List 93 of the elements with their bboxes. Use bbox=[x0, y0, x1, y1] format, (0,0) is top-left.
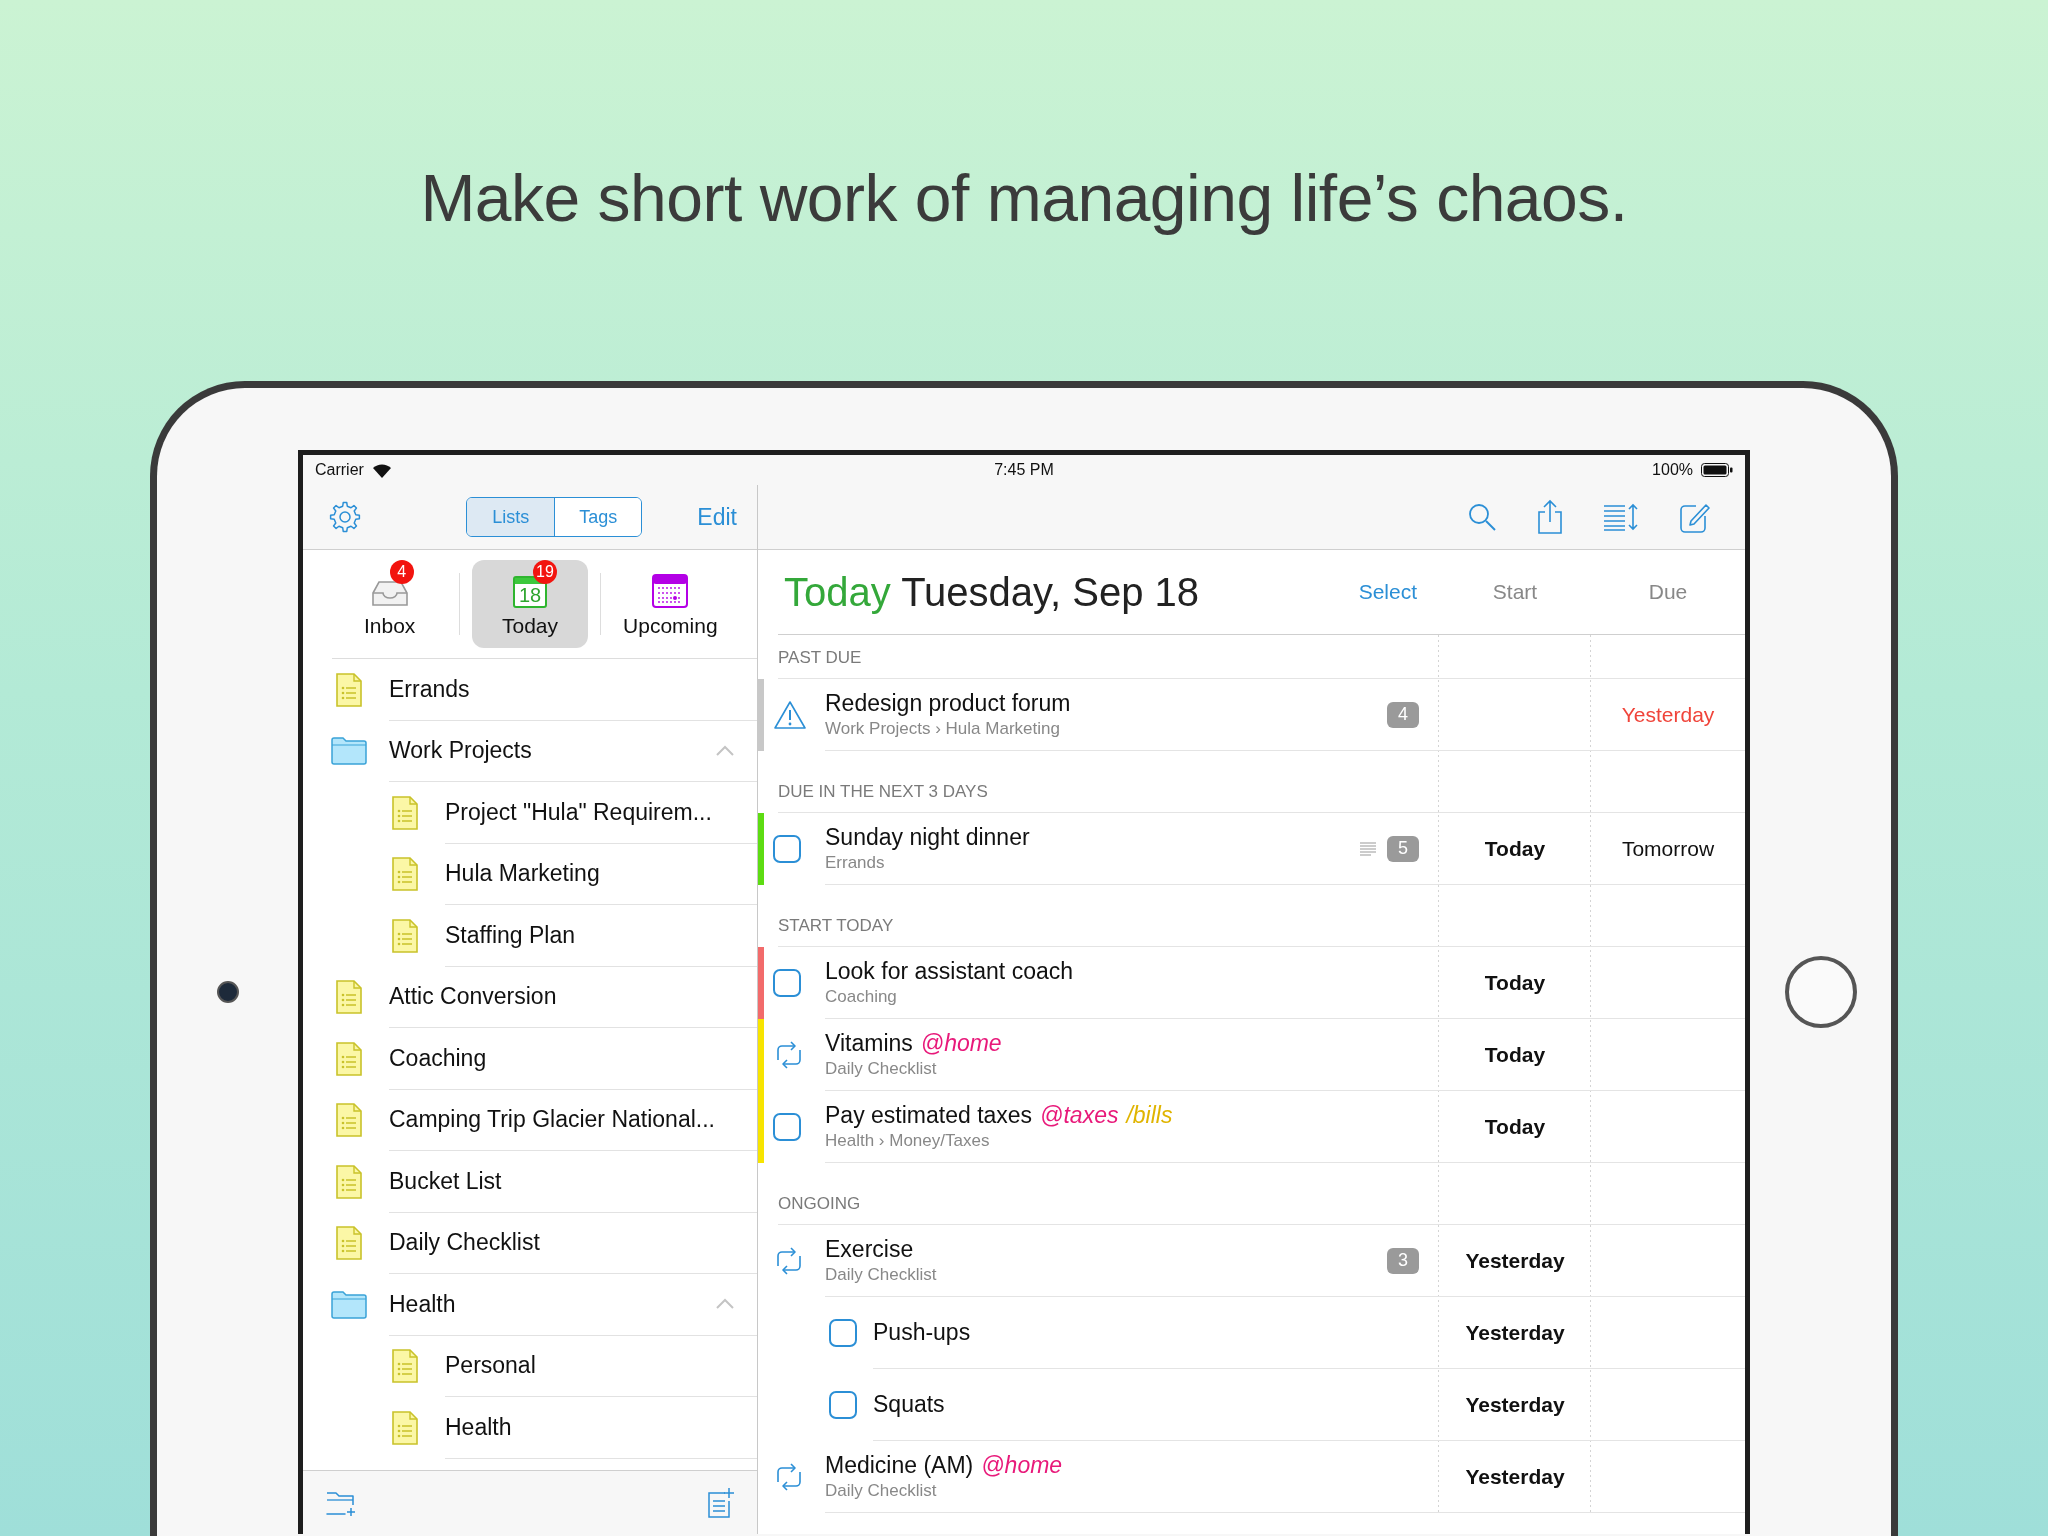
list-name[interactable]: Health bbox=[389, 1290, 715, 1318]
sort-icon[interactable] bbox=[1603, 502, 1639, 532]
task-title[interactable]: Squats bbox=[873, 1391, 945, 1418]
section-header: PAST DUE bbox=[778, 648, 862, 668]
section-header: ONGOING bbox=[778, 1194, 861, 1214]
tag: @taxes bbox=[1040, 1102, 1119, 1129]
count-badge: 19 bbox=[533, 560, 557, 584]
select-button[interactable]: Select bbox=[1358, 580, 1417, 604]
list-name[interactable]: Coaching bbox=[389, 1044, 735, 1072]
clock: 7:45 PM bbox=[994, 461, 1054, 479]
list-name[interactable]: Project "Hula" Requirem... bbox=[445, 798, 735, 826]
list-name[interactable]: Errands bbox=[389, 675, 735, 703]
task-title[interactable]: Medicine (AM) bbox=[825, 1452, 974, 1479]
tag: /bills bbox=[1126, 1102, 1173, 1129]
settings-icon[interactable] bbox=[329, 501, 361, 533]
start-date: Today bbox=[1484, 837, 1546, 861]
task-title[interactable]: Push-ups bbox=[873, 1319, 971, 1346]
list-icon bbox=[335, 1163, 363, 1200]
list-icon bbox=[391, 794, 419, 831]
task-title[interactable]: Sunday night dinner bbox=[825, 824, 1030, 851]
task-list-path: Daily Checklist bbox=[825, 1481, 938, 1501]
start-date: Today bbox=[1484, 971, 1546, 995]
list-icon bbox=[335, 1040, 363, 1077]
count-badge: 4 bbox=[389, 560, 414, 584]
column-header[interactable]: Start bbox=[1492, 580, 1538, 604]
column-header[interactable]: Due bbox=[1648, 580, 1688, 604]
list-icon bbox=[335, 671, 363, 708]
share-icon[interactable] bbox=[1535, 499, 1565, 535]
subtask-count: 3 bbox=[1387, 1247, 1419, 1274]
subtask-count: 5 bbox=[1387, 835, 1419, 862]
battery-icon bbox=[1701, 463, 1733, 477]
list-name[interactable]: Hula Marketing bbox=[445, 860, 735, 888]
list-icon bbox=[391, 1409, 419, 1446]
list-icon bbox=[391, 856, 419, 893]
warning-icon bbox=[773, 700, 807, 730]
list-name[interactable]: Staffing Plan bbox=[445, 921, 735, 949]
list-name[interactable]: Attic Conversion bbox=[389, 983, 735, 1011]
folder-icon bbox=[330, 736, 368, 767]
checkbox[interactable] bbox=[773, 969, 801, 997]
start-date: Today bbox=[1484, 1043, 1546, 1067]
carrier-label: Carrier bbox=[315, 461, 364, 479]
start-date: Yesterday bbox=[1465, 1393, 1565, 1417]
section-header: START TODAY bbox=[778, 916, 894, 936]
subtask-count: 4 bbox=[1387, 701, 1419, 728]
list-name[interactable]: Personal bbox=[445, 1352, 735, 1380]
task-list-path: Work Projects › Hula Marketing bbox=[825, 719, 1061, 739]
tag: @home bbox=[920, 1030, 1002, 1057]
task-list-path: Errands bbox=[825, 853, 886, 873]
tag: @home bbox=[981, 1452, 1063, 1479]
task-title[interactable]: Look for assistant coach bbox=[825, 958, 1074, 985]
folder-icon bbox=[330, 1289, 368, 1320]
task-title[interactable]: Redesign product forum bbox=[825, 690, 1071, 717]
list-icon bbox=[391, 917, 419, 954]
checkbox[interactable] bbox=[773, 1113, 801, 1141]
list-icon bbox=[391, 1348, 419, 1385]
start-date: Yesterday bbox=[1465, 1465, 1565, 1489]
start-date: Yesterday bbox=[1465, 1249, 1565, 1273]
list-icon bbox=[335, 1102, 363, 1139]
list-icon bbox=[335, 979, 363, 1016]
wifi-icon bbox=[371, 462, 392, 478]
list-name[interactable]: Camping Trip Glacier National... bbox=[389, 1106, 735, 1134]
chevron-up-icon[interactable] bbox=[715, 1298, 735, 1311]
checkbox[interactable] bbox=[829, 1319, 857, 1347]
battery-percent: 100% bbox=[1652, 461, 1693, 479]
camera-dot bbox=[216, 981, 239, 1003]
start-date: Today bbox=[1484, 1115, 1546, 1139]
task-list-path: Coaching bbox=[825, 987, 898, 1007]
due-date: Yesterday bbox=[1621, 703, 1715, 727]
calendar-icon bbox=[652, 574, 689, 608]
due-date: Tomorrow bbox=[1621, 837, 1715, 861]
list-name[interactable]: Work Projects bbox=[389, 737, 715, 765]
chevron-up-icon[interactable] bbox=[715, 744, 735, 757]
page-title: Today Tuesday, Sep 18 bbox=[784, 569, 1201, 615]
checkbox[interactable] bbox=[773, 835, 801, 863]
section-header: DUE IN THE NEXT 3 DAYS bbox=[778, 782, 988, 802]
task-list-path: Daily Checklist bbox=[825, 1059, 938, 1079]
task-list-path: Daily Checklist bbox=[825, 1265, 938, 1285]
smart-list-tile[interactable]: 4 Inbox bbox=[332, 560, 448, 648]
task-list-path: Health › Money/Taxes bbox=[825, 1131, 991, 1151]
smart-list-tile[interactable]: 18 19 Today bbox=[472, 560, 588, 648]
list-name[interactable]: Bucket List bbox=[389, 1167, 735, 1195]
start-date: Yesterday bbox=[1465, 1321, 1565, 1345]
segment-tab[interactable]: Tags bbox=[554, 498, 642, 536]
list-name[interactable]: Health bbox=[445, 1413, 735, 1441]
task-title[interactable]: Pay estimated taxes bbox=[825, 1102, 1033, 1129]
list-name[interactable]: Daily Checklist bbox=[389, 1229, 735, 1257]
new-list-icon[interactable] bbox=[707, 1486, 735, 1519]
task-title[interactable]: Exercise bbox=[825, 1236, 914, 1263]
task-title[interactable]: Vitamins bbox=[825, 1030, 913, 1057]
search-icon[interactable] bbox=[1467, 502, 1497, 532]
smart-list-tile[interactable]: Upcoming bbox=[612, 560, 728, 648]
list-icon bbox=[335, 1225, 363, 1262]
checkbox[interactable] bbox=[829, 1391, 857, 1419]
